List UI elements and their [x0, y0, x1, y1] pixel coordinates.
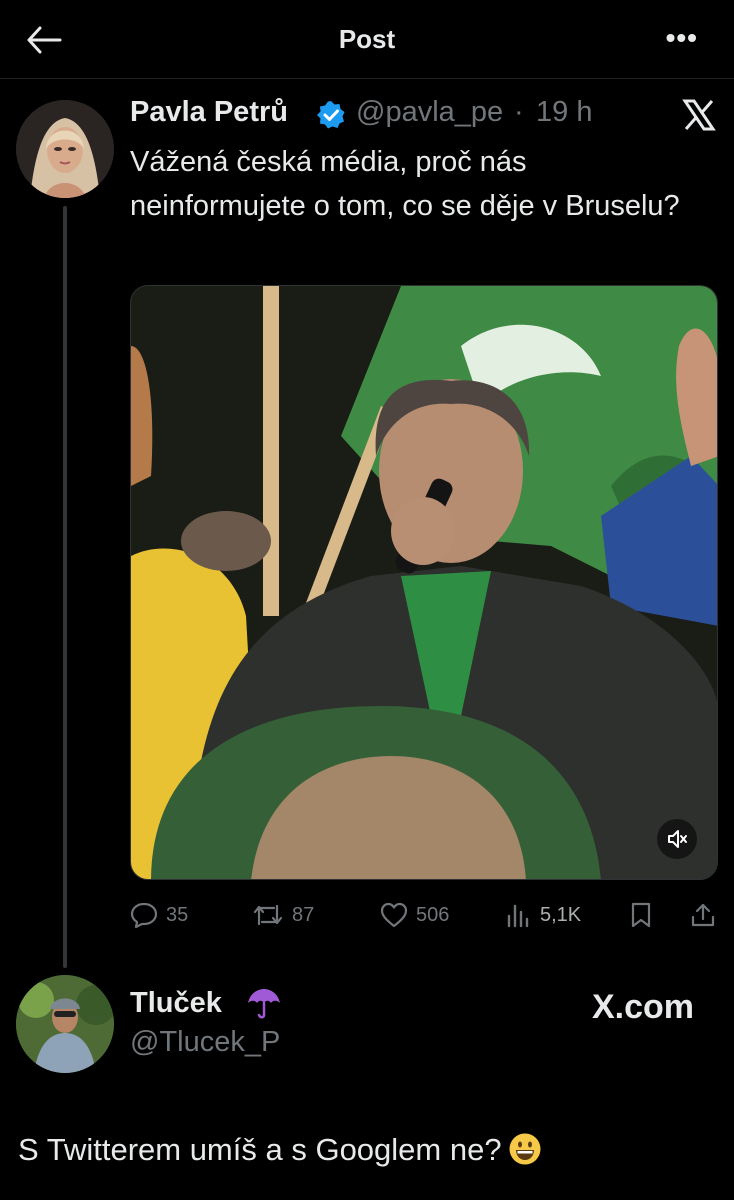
reply-avatar-image: [16, 975, 114, 1073]
reply-button[interactable]: 35: [130, 895, 188, 935]
reply-author-handle[interactable]: @Tlucek_P: [130, 1026, 280, 1059]
reply-avatar[interactable]: [16, 975, 114, 1073]
tweet-text: Vážená česká média, proč nás neinformuje…: [130, 146, 680, 222]
bookmark-icon: [631, 902, 651, 928]
video-thumbnail: [131, 286, 717, 879]
reply-text-content: S Twitterem umíš a s Googlem ne?: [18, 1132, 502, 1167]
more-horizontal-icon: •••: [665, 22, 698, 53]
more-options-button[interactable]: •••: [666, 22, 698, 54]
verified-badge-icon: [317, 101, 345, 129]
share-icon: [691, 903, 715, 927]
x-logo-icon: [682, 99, 716, 131]
top-bar: Post •••: [0, 0, 734, 78]
x-com-watermark: X.com: [592, 988, 695, 1026]
views-button[interactable]: 5,1K: [506, 895, 581, 935]
reply-author-name[interactable]: Tluček: [130, 987, 222, 1020]
reply-icon: [130, 902, 158, 928]
header-divider: [0, 78, 734, 79]
page-title: Post: [338, 24, 396, 54]
views-count: 5,1K: [540, 903, 582, 926]
thread-connector-line: [63, 206, 67, 968]
heart-icon: [380, 902, 408, 928]
separator-dot: ·: [514, 96, 524, 128]
bar-chart-icon: [507, 904, 529, 928]
reply-count: 35: [166, 903, 189, 926]
post-time[interactable]: 19 h: [536, 96, 592, 129]
author-name[interactable]: Pavla Petrů: [130, 96, 288, 129]
repost-icon: [253, 904, 283, 926]
repost-button[interactable]: 87: [252, 895, 314, 935]
author-handle[interactable]: @pavla_pe: [356, 96, 503, 129]
reply-text: S Twitterem umíš a s Googlem ne?: [18, 1132, 542, 1168]
like-count: 506: [416, 903, 450, 926]
grinning-face-emoji-icon: [509, 1133, 541, 1165]
repost-count: 87: [292, 903, 315, 926]
avatar-image: [16, 100, 114, 198]
like-button[interactable]: 506: [380, 895, 449, 935]
bookmark-button[interactable]: [630, 895, 652, 935]
avatar[interactable]: [16, 100, 114, 198]
tweet-action-bar: 35 87 506 5,1K: [130, 895, 720, 935]
tweet-video[interactable]: [130, 285, 718, 880]
umbrella-emoji-icon: [248, 989, 280, 1019]
share-button[interactable]: [690, 895, 716, 935]
mute-toggle-button[interactable]: [657, 819, 697, 859]
speaker-muted-icon: [668, 830, 687, 848]
